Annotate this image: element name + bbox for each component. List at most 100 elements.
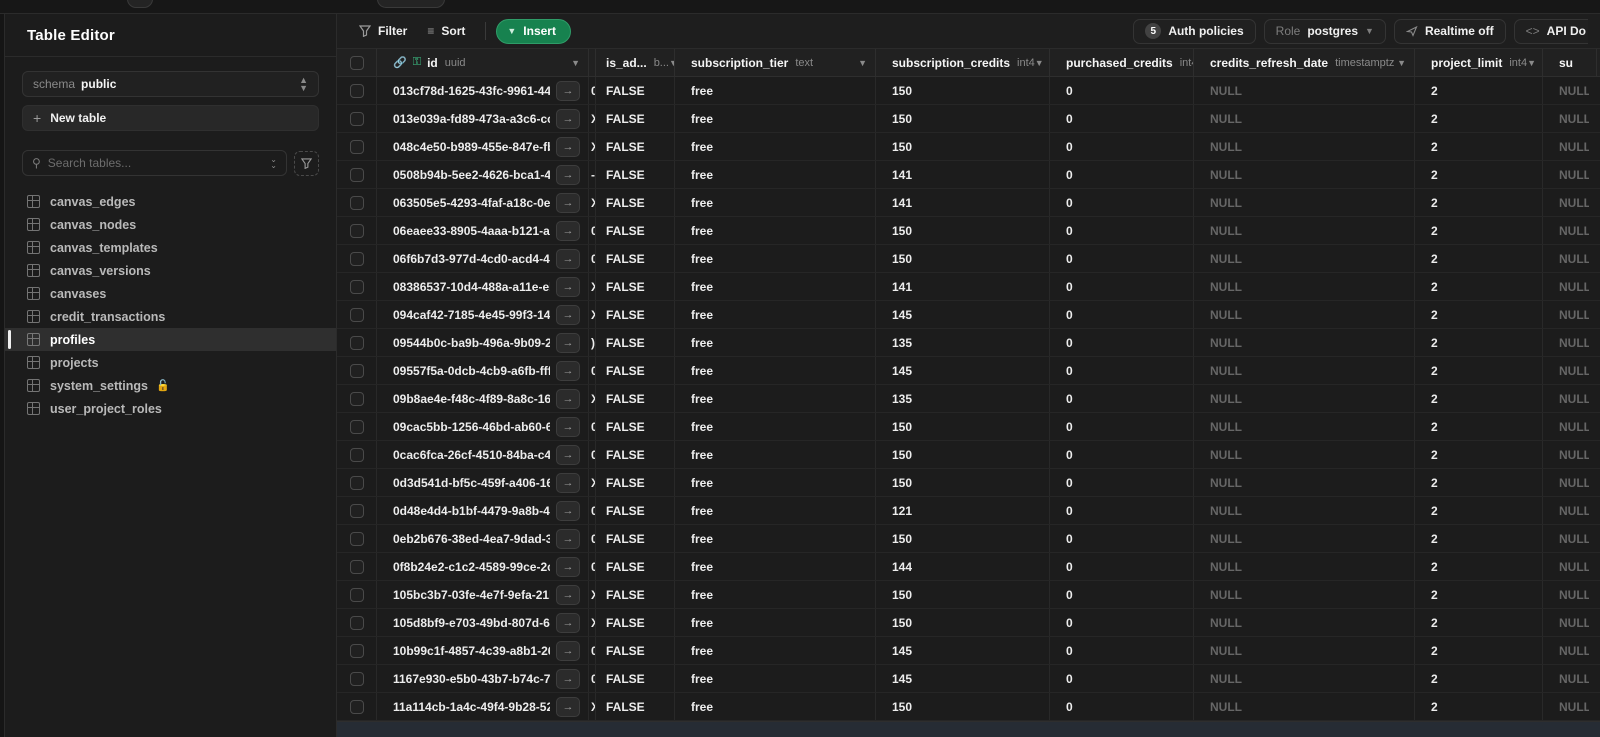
row-checkbox[interactable] [349,643,364,658]
cell-subscription-tier[interactable]: free [675,329,876,356]
cell-project-limit[interactable]: 2 [1415,189,1543,216]
cell-clipped-right[interactable]: NULL [1543,217,1597,244]
cell-subscription-credits[interactable]: 150 [876,525,1050,552]
cell-clipped-right[interactable]: NULL [1543,581,1597,608]
column-header-clipped-right[interactable]: su [1543,49,1597,76]
cell-project-limit[interactable]: 2 [1415,609,1543,636]
cell-subscription-credits[interactable]: 145 [876,637,1050,664]
sidebar-item-user_project_roles[interactable]: user_project_roles [5,397,336,420]
sidebar-item-projects[interactable]: projects [5,351,336,374]
row-checkbox[interactable] [349,195,364,210]
cell-clipped-right[interactable]: NULL [1543,609,1597,636]
cell-subscription-credits[interactable]: 150 [876,217,1050,244]
cell-clipped[interactable]: 0 [589,413,596,440]
cell-credits-refresh-date[interactable]: NULL [1194,441,1415,468]
cell-project-limit[interactable]: 2 [1415,413,1543,440]
cell-project-limit[interactable]: 2 [1415,301,1543,328]
sidebar-item-system_settings[interactable]: system_settings 🔓 [5,374,336,397]
row-checkbox[interactable] [349,223,364,238]
column-header-clipped[interactable] [589,49,596,76]
cell-clipped[interactable]: X [589,189,596,216]
table-filter-button[interactable] [294,150,319,176]
cell-purchased-credits[interactable]: 0 [1050,497,1194,524]
cell-clipped-right[interactable]: NULL [1543,413,1597,440]
cell-id[interactable]: 10b99c1f-4857-4c39-a8b1-263b8... → [377,637,589,664]
expand-row-button[interactable]: → [556,108,580,129]
cell-project-limit[interactable]: 2 [1415,665,1543,692]
cell-id[interactable]: 105d8bf9-e703-49bd-807d-645e... → [377,609,589,636]
cell-clipped-right[interactable]: NULL [1543,553,1597,580]
cell-clipped-right[interactable]: NULL [1543,189,1597,216]
cell-clipped-right[interactable]: NULL [1543,161,1597,188]
expand-row-button[interactable]: → [556,332,580,353]
row-checkbox[interactable] [349,167,364,182]
cell-subscription-tier[interactable]: free [675,441,876,468]
cell-subscription-tier[interactable]: free [675,469,876,496]
auth-policies-button[interactable]: 5 Auth policies [1133,18,1256,44]
cell-purchased-credits[interactable]: 0 [1050,301,1194,328]
cell-subscription-tier[interactable]: free [675,273,876,300]
row-checkbox[interactable] [349,475,364,490]
cell-project-limit[interactable]: 2 [1415,357,1543,384]
cell-subscription-tier[interactable]: free [675,665,876,692]
cell-clipped[interactable]: 0 [589,217,596,244]
cell-subscription-credits[interactable]: 121 [876,497,1050,524]
cell-credits-refresh-date[interactable]: NULL [1194,133,1415,160]
cell-clipped-right[interactable]: NULL [1543,497,1597,524]
cell-is-admin[interactable]: FALSE [596,609,675,636]
cell-purchased-credits[interactable]: 0 [1050,413,1194,440]
expand-row-button[interactable]: → [556,388,580,409]
expand-row-button[interactable]: → [556,136,580,157]
cell-project-limit[interactable]: 2 [1415,581,1543,608]
cell-purchased-credits[interactable]: 0 [1050,273,1194,300]
expand-row-button[interactable]: → [556,276,580,297]
cell-purchased-credits[interactable]: 0 [1050,441,1194,468]
cell-clipped-right[interactable]: NULL [1543,441,1597,468]
cell-id[interactable]: 0d48e4d4-b1bf-4479-9a8b-4a4b... → [377,497,589,524]
cell-id[interactable]: 09cac5bb-1256-46bd-ab60-64ed... → [377,413,589,440]
cell-subscription-credits[interactable]: 150 [876,105,1050,132]
cell-credits-refresh-date[interactable]: NULL [1194,217,1415,244]
cell-id[interactable]: 013e039a-fd89-473a-a3c6-ccfa9... → [377,105,589,132]
cell-purchased-credits[interactable]: 0 [1050,357,1194,384]
expand-row-button[interactable]: → [556,696,580,717]
cell-id[interactable]: 105bc3b7-03fe-4e7f-9efa-21bb40... → [377,581,589,608]
cell-purchased-credits[interactable]: 0 [1050,525,1194,552]
cell-clipped[interactable]: X [589,133,596,160]
cell-subscription-tier[interactable]: free [675,189,876,216]
cell-subscription-tier[interactable]: free [675,105,876,132]
cell-subscription-credits[interactable]: 141 [876,273,1050,300]
cell-is-admin[interactable]: FALSE [596,693,675,720]
cell-credits-refresh-date[interactable]: NULL [1194,273,1415,300]
sidebar-item-canvas_edges[interactable]: canvas_edges [5,190,336,213]
column-header-subscription-tier[interactable]: subscription_tier text ▼ [675,49,876,76]
cell-is-admin[interactable]: FALSE [596,273,675,300]
cell-is-admin[interactable]: FALSE [596,469,675,496]
row-checkbox[interactable] [349,419,364,434]
cell-id[interactable]: 09b8ae4e-f48c-4f89-8a8c-1629b... → [377,385,589,412]
cell-subscription-tier[interactable]: free [675,413,876,440]
cell-clipped[interactable]: -0 [589,161,596,188]
cell-purchased-credits[interactable]: 0 [1050,385,1194,412]
cell-credits-refresh-date[interactable]: NULL [1194,301,1415,328]
cell-purchased-credits[interactable]: 0 [1050,189,1194,216]
expand-row-button[interactable]: → [556,416,580,437]
cell-id[interactable]: 06f6b7d3-977d-4cd0-acd4-4a78... → [377,245,589,272]
cell-purchased-credits[interactable]: 0 [1050,665,1194,692]
cell-project-limit[interactable]: 2 [1415,105,1543,132]
expand-row-button[interactable]: → [556,220,580,241]
cell-clipped[interactable]: X [589,469,596,496]
search-tables-input[interactable]: ⚲ Search tables... ⌄ ⌄ [22,150,287,176]
row-checkbox[interactable] [349,559,364,574]
cell-subscription-credits[interactable]: 135 [876,329,1050,356]
expand-row-button[interactable]: → [556,80,580,101]
cell-credits-refresh-date[interactable]: NULL [1194,665,1415,692]
row-checkbox[interactable] [349,699,364,714]
cell-clipped[interactable]: X [589,609,596,636]
cell-clipped[interactable]: X [589,385,596,412]
cell-is-admin[interactable]: FALSE [596,245,675,272]
cell-credits-refresh-date[interactable]: NULL [1194,497,1415,524]
cell-project-limit[interactable]: 2 [1415,441,1543,468]
cell-clipped[interactable]: 0( [589,553,596,580]
row-checkbox[interactable] [349,111,364,126]
